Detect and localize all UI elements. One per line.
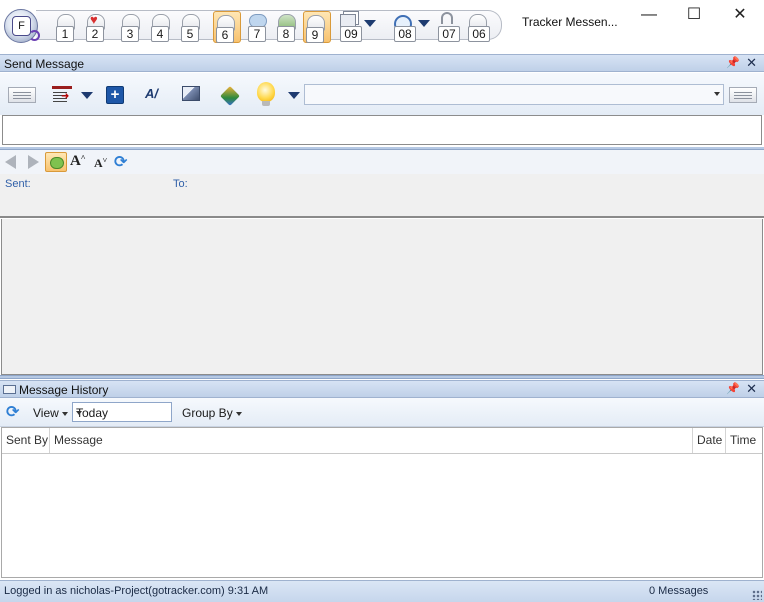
decrease-font-button[interactable]: A˅ [94, 156, 110, 172]
shortcut-badge: 2 [86, 26, 104, 42]
quick-access-button-08[interactable]: 08 [392, 14, 430, 42]
shortcut-badge: 7 [248, 26, 266, 42]
status-bar: Logged in as nicholas-Project(gotracker.… [0, 580, 764, 602]
send-button[interactable] [729, 87, 757, 103]
column-header-date[interactable]: Date [693, 428, 726, 453]
history-icon [3, 385, 16, 394]
shortcut-badge: 1 [56, 26, 74, 42]
font-letter: A [94, 156, 103, 170]
app-logo-icon: F [12, 16, 31, 36]
quick-access-button-5[interactable]: 5 [179, 14, 203, 42]
title-bar: F 1 ♥ 2 3 4 5 6 7 8 9 09 08 07 06 Tracke… [0, 0, 764, 44]
app-logo-ring-icon [29, 30, 40, 41]
quick-access-button-4[interactable]: 4 [149, 14, 173, 42]
tag-icon[interactable] [220, 86, 240, 106]
recipients-icon[interactable] [52, 86, 72, 104]
login-status: Logged in as nicholas-Project(gotracker.… [4, 585, 269, 597]
close-window-button[interactable]: ✕ [730, 7, 750, 24]
message-count: 0 Messages [649, 585, 709, 597]
quick-access-button-09[interactable]: 09 [338, 14, 376, 42]
lightbulb-icon[interactable] [257, 82, 275, 106]
date-filter-dropdown[interactable]: Today [72, 402, 172, 422]
chevron-down-icon[interactable] [364, 20, 376, 27]
compose-message-input[interactable] [2, 115, 762, 145]
chevron-down-icon [61, 411, 68, 416]
window-title: Tracker Messen... [522, 15, 618, 29]
pane-title: Message History [19, 383, 109, 397]
group-by-label: Group By [182, 406, 233, 420]
pane-title: Send Message [4, 57, 85, 71]
group-by-button[interactable]: Group By [182, 406, 242, 420]
add-recipient-button[interactable]: + [106, 86, 124, 104]
minimize-button[interactable]: — [639, 7, 659, 24]
message-body-view[interactable] [1, 219, 763, 375]
maximize-button[interactable]: ☐ [684, 7, 704, 24]
quick-access-button-2[interactable]: ♥ 2 [84, 12, 108, 42]
quick-access-button-3[interactable]: 3 [119, 14, 143, 42]
pin-icon[interactable]: 📌 [726, 382, 740, 395]
quick-access-button-8[interactable]: 8 [275, 14, 299, 42]
shortcut-badge: 5 [181, 26, 199, 42]
shortcut-badge: 4 [151, 26, 169, 42]
previous-message-button[interactable] [5, 155, 16, 169]
shortcut-badge: 9 [306, 27, 324, 43]
shortcut-badge: 09 [340, 26, 362, 42]
spellcheck-icon[interactable]: A/ [145, 86, 165, 104]
message-history-pane-header: Message History 📌 ✕ [0, 380, 764, 398]
chevron-down-icon [714, 92, 720, 96]
view-label: View [33, 406, 59, 420]
message-header-fields: Sent: To: [0, 174, 764, 218]
app-menu-button[interactable]: F [4, 9, 40, 43]
splitter[interactable] [0, 375, 764, 379]
message-list-icon[interactable] [8, 87, 36, 103]
pin-icon[interactable]: 📌 [726, 56, 740, 69]
lock-icon [441, 12, 453, 24]
template-dropdown[interactable] [304, 84, 724, 105]
quick-access-button-9[interactable]: 9 [303, 11, 331, 43]
grid-header: Sent By Message Date Time [2, 428, 762, 454]
refresh-icon[interactable]: ⟳ [114, 152, 130, 171]
history-toolbar: ⟳ View Today Group By [0, 398, 764, 427]
shortcut-badge: 3 [121, 26, 139, 42]
shortcut-badge: 8 [277, 26, 295, 42]
reply-toggle-button[interactable] [45, 152, 67, 172]
resize-grip-icon[interactable] [752, 590, 762, 600]
quick-access-button-1[interactable]: 1 [54, 14, 78, 42]
insert-image-icon[interactable] [182, 86, 200, 101]
close-pane-icon[interactable]: ✕ [746, 55, 757, 71]
send-message-pane-header: Send Message 📌 ✕ [0, 54, 764, 72]
next-message-button[interactable] [28, 155, 39, 169]
increase-font-button[interactable]: A˄ [70, 153, 86, 169]
refresh-icon[interactable]: ⟳ [6, 402, 19, 422]
quick-access-button-06[interactable]: 06 [466, 14, 490, 42]
reader-toolbar: A˄ A˅ ⟳ [0, 150, 764, 174]
view-menu-button[interactable]: View [33, 406, 68, 420]
column-header-sent-by[interactable]: Sent By [2, 428, 50, 453]
column-header-message[interactable]: Message [50, 428, 693, 453]
chevron-down-icon[interactable] [81, 92, 93, 99]
chevron-down-icon [76, 411, 82, 415]
sent-label: Sent: [5, 178, 31, 190]
quick-access-button-07[interactable]: 07 [436, 12, 460, 42]
shortcut-badge: 08 [394, 26, 416, 42]
send-toolbar: + A/ [0, 73, 764, 115]
shortcut-badge: 07 [438, 26, 460, 42]
chevron-down-icon[interactable] [288, 92, 300, 99]
quick-access-button-6[interactable]: 6 [213, 11, 241, 43]
heart-icon: ♥ [90, 12, 98, 27]
column-header-time[interactable]: Time [726, 428, 762, 453]
shortcut-badge: 6 [216, 27, 234, 43]
font-letter: A [70, 153, 81, 169]
quick-access-button-7[interactable]: 7 [246, 14, 270, 42]
chevron-down-icon [235, 411, 242, 416]
shortcut-badge: 06 [468, 26, 490, 42]
message-history-grid[interactable]: Sent By Message Date Time [1, 427, 763, 578]
chevron-down-icon[interactable] [418, 20, 430, 27]
to-label: To: [173, 178, 188, 190]
close-pane-icon[interactable]: ✕ [746, 381, 757, 397]
